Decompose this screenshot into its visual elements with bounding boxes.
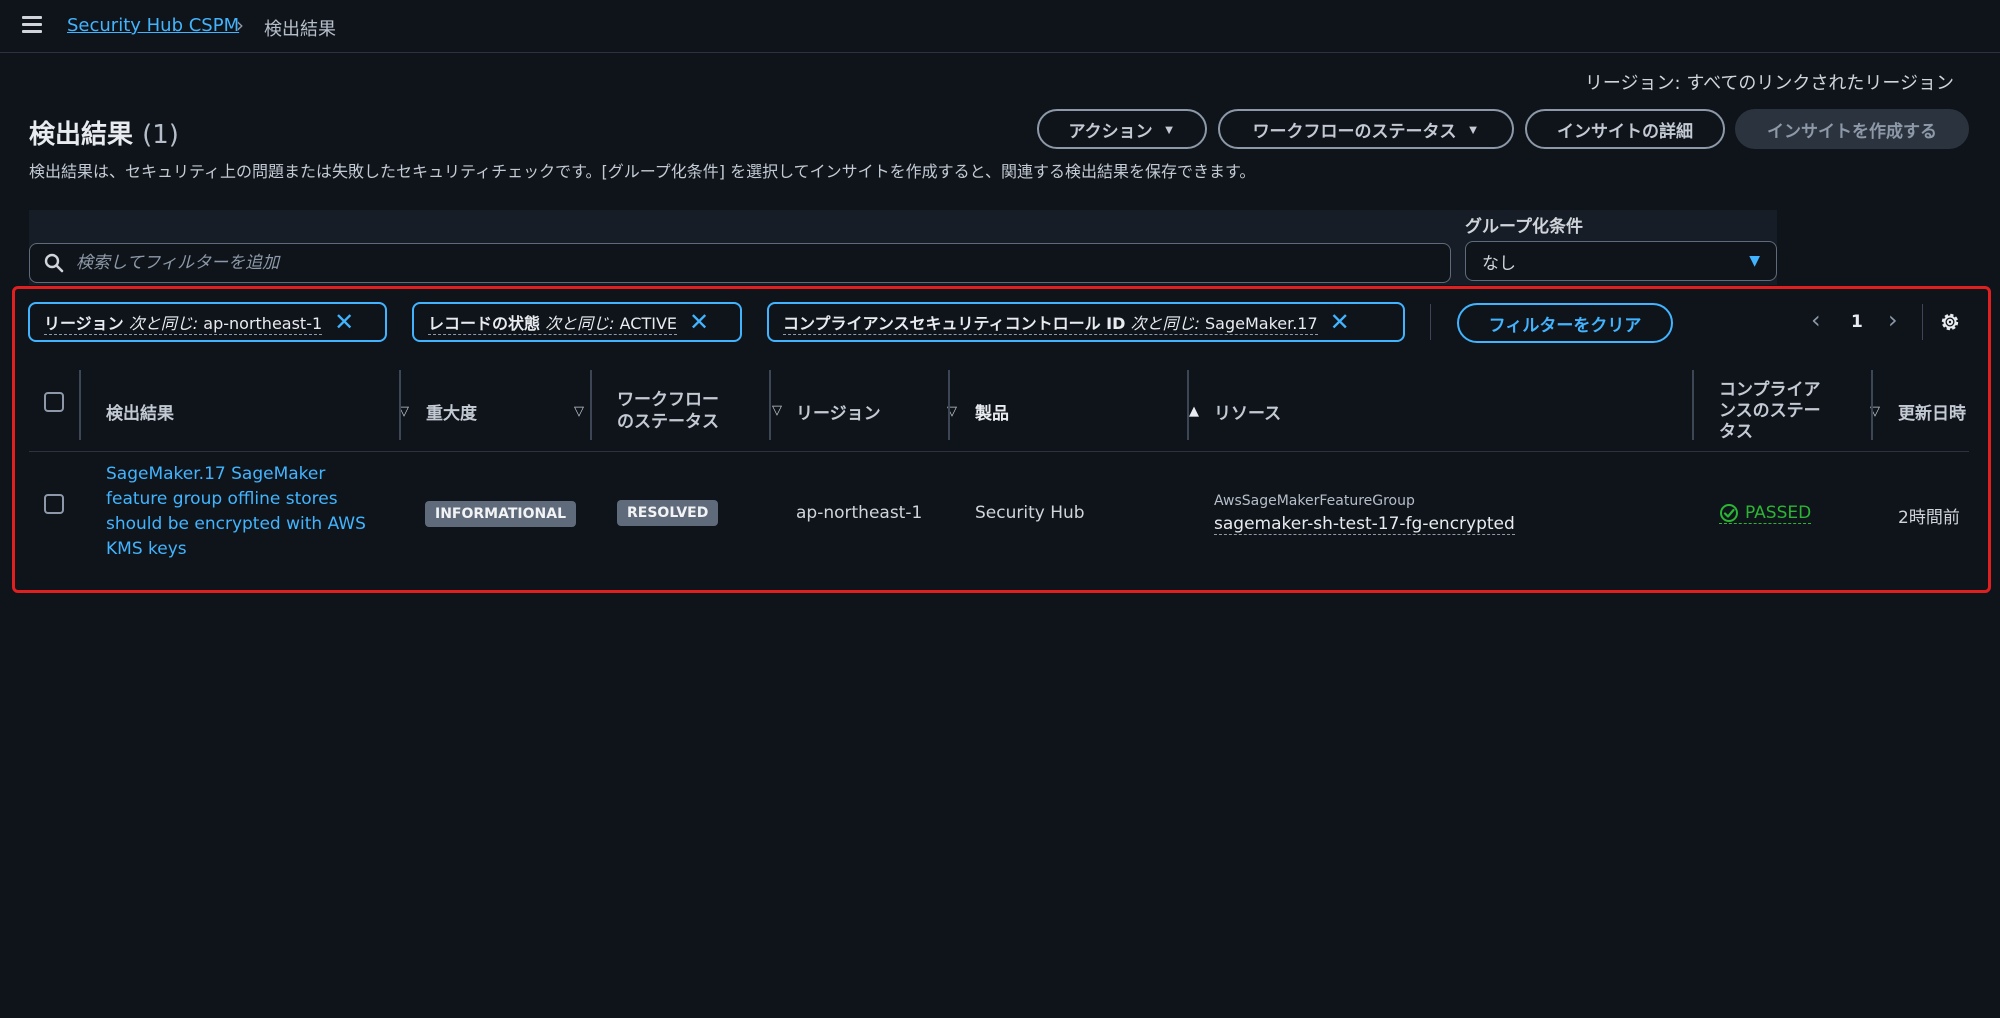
filter-token-label: リージョン 次と同じ: ap-northeast-1	[44, 310, 323, 335]
filter-operator: 次と同じ:	[545, 313, 615, 333]
search-input[interactable]	[76, 253, 1416, 273]
search-box[interactable]	[29, 243, 1451, 283]
column-label-line: のステータス	[617, 412, 719, 432]
filter-operator: 次と同じ:	[1130, 313, 1200, 333]
column-label: ワークフロー のステータス	[617, 389, 719, 433]
severity-badge: INFORMATIONAL	[425, 501, 576, 527]
sort-icon: ▽	[772, 403, 782, 418]
product-value: Security Hub	[975, 503, 1085, 523]
caret-down-icon: ▼	[1162, 121, 1176, 137]
select-all-checkbox[interactable]	[44, 392, 64, 412]
table-row: SageMaker.17 SageMaker feature group off…	[29, 453, 1969, 583]
row-checkbox[interactable]	[44, 494, 64, 514]
column-divider	[1692, 370, 1694, 440]
actions-label: アクション	[1068, 121, 1153, 141]
filter-key: リージョン	[44, 313, 124, 333]
filter-operator: 次と同じ:	[128, 313, 199, 333]
filter-token-label: レコードの状態 次と同じ: ACTIVE	[428, 310, 677, 335]
gear-icon[interactable]	[1938, 310, 1962, 334]
top-navigation-bar: Security Hub CSPM › 検出結果	[0, 0, 2000, 53]
breadcrumb-service-link[interactable]: Security Hub CSPM	[67, 15, 239, 36]
caret-down-icon: ▼	[1749, 253, 1760, 269]
column-label: 重大度	[426, 403, 477, 424]
column-label-line: タス	[1719, 421, 1753, 442]
column-label-line: ワークフロー	[617, 390, 719, 410]
finding-title-link[interactable]: SageMaker.17 SageMaker feature group off…	[106, 462, 376, 562]
actions-dropdown-button[interactable]: アクション ▼	[1037, 109, 1207, 149]
insight-details-button[interactable]: インサイトの詳細	[1525, 109, 1725, 149]
sort-icon: ▽	[574, 403, 584, 419]
table-header: 検出結果 ▽ 重大度 ▽ ワークフロー のステータス ▽ リージョン ▽ 製品 …	[29, 370, 1969, 452]
divider	[1430, 304, 1431, 340]
menu-icon[interactable]	[22, 16, 42, 33]
breadcrumb-current: 検出結果	[264, 19, 336, 40]
column-divider	[769, 370, 771, 440]
filter-value: SageMaker.17	[1205, 313, 1318, 333]
column-divider	[1187, 370, 1189, 440]
workflow-status-badge: RESOLVED	[617, 500, 719, 526]
column-header-product[interactable]: 製品 ▲	[975, 370, 1213, 452]
page-title: 検出結果 (1)	[29, 114, 179, 151]
page-description: 検出結果は、セキュリティ上の問題または失敗したセキュリティチェックです。[グルー…	[29, 162, 1256, 181]
create-insight-button[interactable]: インサイトを作成する	[1735, 109, 1969, 149]
column-header-severity[interactable]: 重大度 ▽	[426, 370, 598, 452]
caret-down-icon: ▼	[1466, 121, 1480, 137]
filter-token-control-id[interactable]: コンプライアンスセキュリティコントロール ID 次と同じ: SageMaker.…	[767, 302, 1405, 342]
filter-token-record-state[interactable]: レコードの状態 次と同じ: ACTIVE ✕	[412, 302, 742, 342]
filter-token-region[interactable]: リージョン 次と同じ: ap-northeast-1 ✕	[28, 302, 387, 342]
group-by-value: なし	[1482, 253, 1516, 274]
previous-page-icon[interactable]: ‹	[1811, 306, 1821, 340]
filter-token-label: コンプライアンスセキュリティコントロール ID 次と同じ: SageMaker.…	[783, 310, 1318, 335]
column-header-compliance-status[interactable]: コンプライア ンスのステー タス ▽	[1719, 370, 1884, 452]
findings-count: (1)	[142, 120, 179, 150]
filter-value: ap-northeast-1	[203, 313, 323, 333]
updated-value: 2時間前	[1898, 508, 1960, 528]
search-icon	[44, 253, 64, 273]
column-label: 検出結果	[106, 403, 174, 424]
filter-key: コンプライアンスセキュリティコントロール ID	[783, 313, 1126, 333]
resource-id[interactable]: sagemaker-sh-test-17-fg-encrypted	[1214, 514, 1515, 535]
column-label: 製品	[975, 403, 1009, 424]
region-selector[interactable]: リージョン: すべてのリンクされたリージョン	[1585, 69, 1954, 95]
column-header-updated[interactable]: 更新日時	[1898, 370, 1969, 452]
region-value: ap-northeast-1	[796, 503, 923, 523]
group-by-label: グループ化条件	[1465, 217, 1583, 237]
column-label-line: ンスのステー	[1719, 400, 1821, 421]
clear-filters-button[interactable]: フィルターをクリア	[1457, 303, 1673, 343]
column-divider	[1871, 370, 1873, 440]
filter-key: レコードの状態	[428, 313, 541, 333]
close-icon[interactable]: ✕	[689, 310, 709, 334]
column-header-region[interactable]: リージョン ▽	[796, 370, 971, 452]
workflow-status-dropdown-button[interactable]: ワークフローのステータス ▼	[1218, 109, 1514, 149]
column-label: 更新日時	[1898, 403, 1966, 424]
page-number[interactable]: 1	[1851, 312, 1863, 332]
group-by-select[interactable]: なし ▼	[1465, 241, 1777, 281]
column-divider	[590, 370, 592, 440]
column-header-workflow-status[interactable]: ワークフロー のステータス ▽	[617, 370, 782, 452]
page-title-text: 検出結果	[29, 120, 134, 150]
resource-type: AwsSageMakerFeatureGroup	[1214, 493, 1415, 509]
divider	[1922, 304, 1923, 340]
next-page-icon[interactable]: ›	[1888, 306, 1898, 340]
check-circle-icon	[1720, 504, 1738, 522]
column-label: リソース	[1214, 403, 1282, 424]
workflow-status-label: ワークフローのステータス	[1252, 121, 1457, 141]
column-label: コンプライア ンスのステー タス	[1719, 380, 1821, 443]
close-icon[interactable]: ✕	[334, 310, 354, 334]
column-header-finding[interactable]: 検出結果 ▽	[106, 370, 423, 452]
close-icon[interactable]: ✕	[1330, 310, 1350, 334]
column-label-line: コンプライア	[1719, 379, 1821, 400]
compliance-status[interactable]: PASSED	[1719, 503, 1812, 524]
column-label: リージョン	[796, 403, 881, 424]
filter-value: ACTIVE	[619, 313, 677, 333]
column-header-resource[interactable]: リソース	[1214, 370, 1694, 452]
compliance-status-text: PASSED	[1745, 503, 1812, 523]
column-divider	[399, 370, 401, 440]
column-divider	[79, 370, 81, 440]
column-divider	[948, 370, 950, 440]
sort-ascending-icon: ▲	[1189, 403, 1199, 419]
chevron-right-icon: ›	[236, 13, 244, 37]
